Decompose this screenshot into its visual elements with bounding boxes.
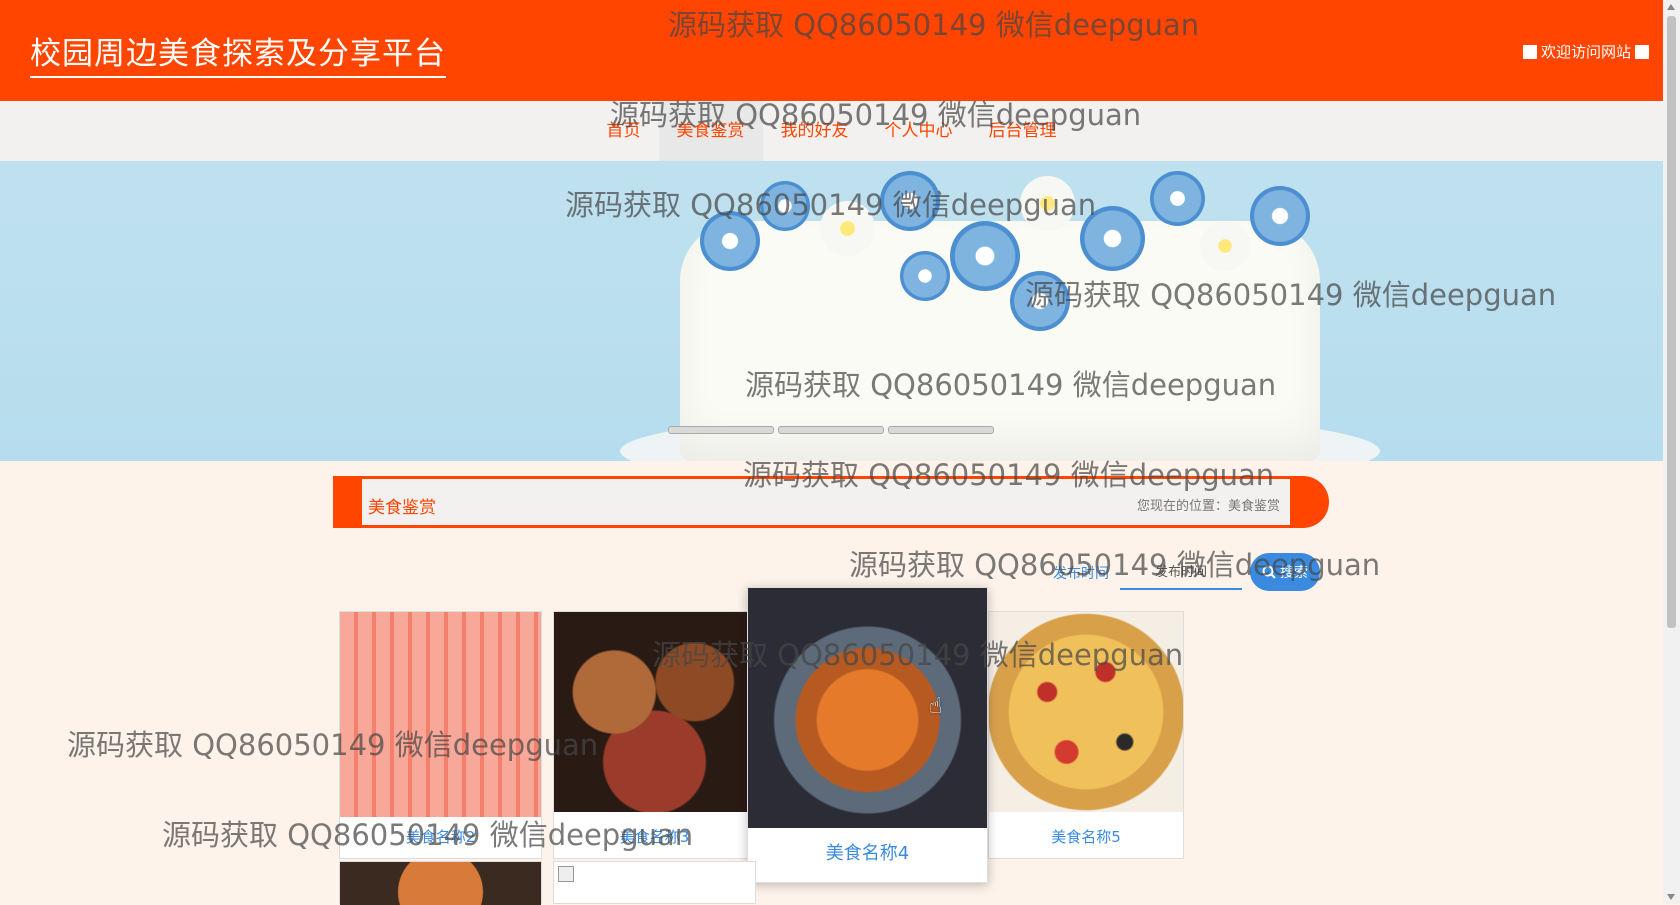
nav-item-friends[interactable]: 我的好友	[763, 101, 867, 161]
site-header: 校园周边美食探索及分享平台 欢迎访问网站	[0, 0, 1663, 101]
flower-decoration	[760, 181, 810, 231]
search-icon	[1262, 565, 1276, 579]
nav-item-admin[interactable]: 后台管理	[971, 101, 1075, 161]
section-title: 美食鉴赏	[368, 498, 436, 518]
breadcrumb: 您现在的位置：美食鉴赏	[1136, 499, 1280, 514]
food-card[interactable]: 美食名称3	[553, 611, 756, 859]
flower-decoration	[900, 251, 950, 301]
food-card[interactable]	[553, 861, 756, 904]
food-image	[989, 612, 1183, 812]
square-icon	[1522, 44, 1537, 59]
food-name[interactable]: 美食名称5	[989, 816, 1183, 858]
flower-decoration	[880, 171, 940, 231]
nav-item-personal-center[interactable]: 个人中心	[867, 101, 971, 161]
banner-carousel[interactable]	[0, 161, 1663, 461]
food-name[interactable]: 美食名称3	[554, 816, 755, 858]
page-scrollbar[interactable]	[1663, 0, 1680, 904]
hand-cursor-icon: ☝	[929, 694, 943, 719]
search-button[interactable]: 搜索	[1250, 553, 1320, 591]
broken-image-icon	[558, 866, 574, 882]
carousel-dot[interactable]	[778, 426, 884, 434]
flower-decoration	[1080, 206, 1145, 271]
flower-decoration	[1010, 271, 1070, 331]
food-image	[340, 862, 541, 905]
carousel-indicators	[668, 426, 994, 434]
food-card[interactable]: 美食名称2	[339, 611, 542, 859]
food-name[interactable]: 美食名称4	[748, 826, 987, 882]
site-title[interactable]: 校园周边美食探索及分享平台	[30, 28, 446, 78]
flower-decoration	[950, 221, 1020, 291]
flower-decoration	[820, 201, 875, 256]
flower-decoration	[700, 211, 760, 271]
food-name[interactable]: 美食名称2	[340, 816, 541, 858]
carousel-dot[interactable]	[668, 426, 774, 434]
square-icon	[1635, 44, 1649, 59]
scroll-up-icon[interactable]	[1667, 4, 1675, 10]
welcome-area: 欢迎访问网站	[1522, 41, 1649, 62]
nav-item-home[interactable]: 首页	[589, 101, 659, 161]
welcome-text: 欢迎访问网站	[1540, 43, 1631, 61]
food-image	[748, 588, 987, 828]
carousel-dot[interactable]	[888, 426, 994, 434]
nav-item-food-appreciation[interactable]: 美食鉴赏	[658, 101, 763, 161]
section-header: 美食鉴赏 您现在的位置：美食鉴赏	[333, 476, 1329, 528]
scroll-thumb[interactable]	[1667, 16, 1676, 628]
main-nav: 首页 美食鉴赏 我的好友 个人中心 后台管理	[0, 101, 1663, 161]
food-card[interactable]: 美食名称4	[747, 587, 988, 883]
search-button-label: 搜索	[1280, 565, 1308, 581]
flower-decoration	[1200, 221, 1250, 271]
food-image	[554, 612, 755, 812]
flower-decoration	[1250, 186, 1310, 246]
section-header-inner: 美食鉴赏 您现在的位置：美食鉴赏	[362, 479, 1290, 525]
publish-time-input[interactable]	[1120, 556, 1242, 590]
scroll-down-icon[interactable]	[1667, 894, 1675, 900]
flower-decoration	[1020, 176, 1075, 231]
flower-decoration	[1150, 171, 1205, 226]
food-image	[340, 612, 541, 817]
food-card[interactable]	[339, 861, 542, 905]
food-card[interactable]: 美食名称5	[988, 611, 1184, 859]
search-label: 发布时间	[1053, 566, 1109, 582]
